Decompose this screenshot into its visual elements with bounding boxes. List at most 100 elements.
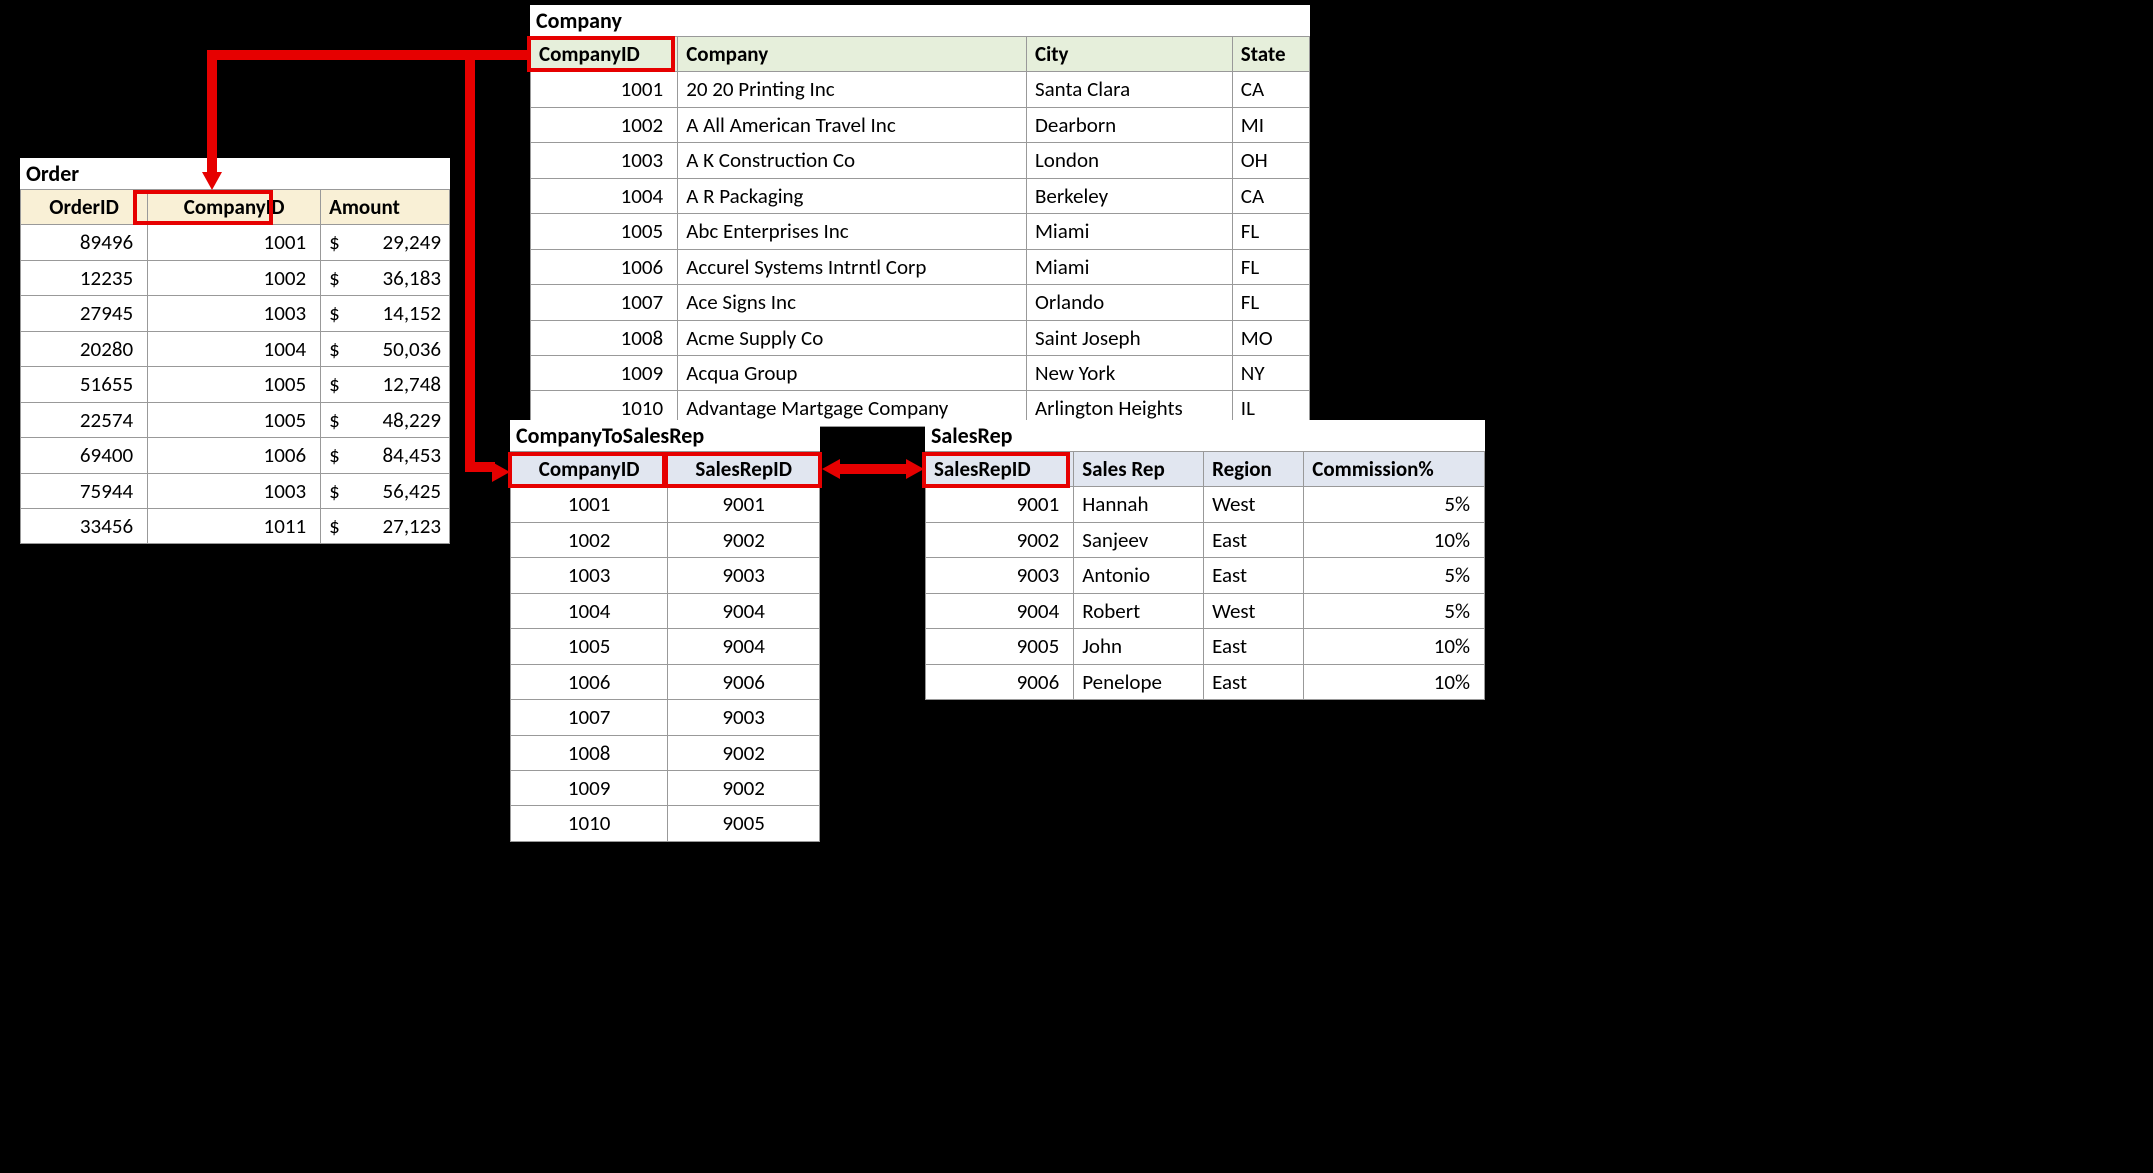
table-row: 9004RobertWest5% [926,593,1485,628]
company-name: Accurel Systems Intrntl Corp [678,249,1027,284]
company-state: FL [1232,214,1309,249]
company-state: MI [1232,107,1309,142]
salesrep-pct: 10% [1304,522,1485,557]
salesrep-id: 9001 [926,487,1074,522]
table-row: 10109005 [511,806,820,841]
order-orderid: 33456 [21,508,148,543]
salesrep-pct: 10% [1304,664,1485,699]
order-amount: $50,036 [321,331,450,366]
table-row: 694001006$84,453 [21,438,450,473]
company-header-city: City [1026,37,1232,72]
salesrep-region: East [1204,522,1304,557]
c2s-companyid: 1001 [511,487,668,522]
company-name: Abc Enterprises Inc [678,214,1027,249]
salesrep-table-wrap: SalesRep SalesRepID Sales Rep Region Com… [925,420,1485,700]
table-row: 1003A K Construction CoLondonOH [531,143,1310,178]
salesrep-id: 9003 [926,558,1074,593]
c2s-salesrepid: 9002 [668,770,820,805]
c2s-companyid: 1004 [511,593,668,628]
table-row: 10089002 [511,735,820,770]
company-name: A R Packaging [678,178,1027,213]
c2s-table-title: CompanyToSalesRep [510,420,820,451]
conn-company-to-c2s-v [465,50,475,468]
company-city: Miami [1026,249,1232,284]
company-id: 1004 [531,178,678,213]
conn-company-to-c2s-arrow [492,462,510,482]
c2s-companyid: 1005 [511,629,668,664]
company-city: Miami [1026,214,1232,249]
company-state: OH [1232,143,1309,178]
table-row: 10039003 [511,558,820,593]
table-row: 10079003 [511,700,820,735]
order-amount: $36,183 [321,260,450,295]
order-header-amount: Amount [321,190,450,225]
table-row: 759441003$56,425 [21,473,450,508]
company-name: 20 20 Printing Inc [678,72,1027,107]
company-city: Dearborn [1026,107,1232,142]
order-amount: $27,123 [321,508,450,543]
order-companyid: 1001 [148,225,321,260]
salesrep-name: Penelope [1074,664,1204,699]
company-id: 1003 [531,143,678,178]
table-row: 1006Accurel Systems Intrntl CorpMiamiFL [531,249,1310,284]
company-state: NY [1232,355,1309,390]
c2s-salesrepid: 9002 [668,522,820,557]
order-orderid: 75944 [21,473,148,508]
order-table-wrap: Order OrderID CompanyID Amount 894961001… [20,158,450,544]
order-orderid: 22574 [21,402,148,437]
order-companyid: 1002 [148,260,321,295]
salesrep-id: 9005 [926,629,1074,664]
c2s-companyid: 1009 [511,770,668,805]
c2s-companyid: 1010 [511,806,668,841]
company-id: 1006 [531,249,678,284]
table-row: 9005JohnEast10% [926,629,1485,664]
company-name: Acme Supply Co [678,320,1027,355]
table-row: 10069006 [511,664,820,699]
c2s-salesrepid: 9003 [668,700,820,735]
table-row: 1004A R PackagingBerkeleyCA [531,178,1310,213]
order-amount: $29,249 [321,225,450,260]
order-table-title: Order [20,158,450,189]
table-row: 10029002 [511,522,820,557]
company-id: 1002 [531,107,678,142]
c2s-salesrepid: 9003 [668,558,820,593]
company-id: 1001 [531,72,678,107]
c2s-header-companyid: CompanyID [511,452,668,487]
order-companyid: 1011 [148,508,321,543]
c2s-companyid: 1003 [511,558,668,593]
table-row: 9002SanjeevEast10% [926,522,1485,557]
company-state: FL [1232,249,1309,284]
order-orderid: 69400 [21,438,148,473]
company-id: 1007 [531,285,678,320]
company-table: CompanyID Company City State 100120 20 P… [530,36,1310,427]
table-row: 1007Ace Signs IncOrlandoFL [531,285,1310,320]
table-row: 9006PenelopeEast10% [926,664,1485,699]
c2s-header-salesrepid: SalesRepID [668,452,820,487]
table-row: 202801004$50,036 [21,331,450,366]
order-amount: $84,453 [321,438,450,473]
conn-company-to-order-h [207,50,527,60]
company-city: New York [1026,355,1232,390]
salesrep-region: East [1204,629,1304,664]
salesrep-name: Antonio [1074,558,1204,593]
company-city: Orlando [1026,285,1232,320]
table-row: 1002A All American Travel IncDearbornMI [531,107,1310,142]
salesrep-region: East [1204,664,1304,699]
order-table: OrderID CompanyID Amount 894961001$29,24… [20,189,450,544]
c2s-table: CompanyID SalesRepID 1001900110029002100… [510,451,820,842]
conn-company-to-c2s-h [465,462,495,472]
order-amount: $56,425 [321,473,450,508]
company-state: FL [1232,285,1309,320]
table-row: 9003AntonioEast5% [926,558,1485,593]
company-state: MO [1232,320,1309,355]
conn-c2s-to-salesrep-arrow-right [906,459,924,479]
table-row: 1008Acme Supply CoSaint JosephMO [531,320,1310,355]
order-amount: $14,152 [321,296,450,331]
table-row: 10019001 [511,487,820,522]
company-name: Ace Signs Inc [678,285,1027,320]
order-orderid: 51655 [21,367,148,402]
order-amount: $12,748 [321,367,450,402]
company-header-name: Company [678,37,1027,72]
company-header-state: State [1232,37,1309,72]
c2s-companyid: 1008 [511,735,668,770]
